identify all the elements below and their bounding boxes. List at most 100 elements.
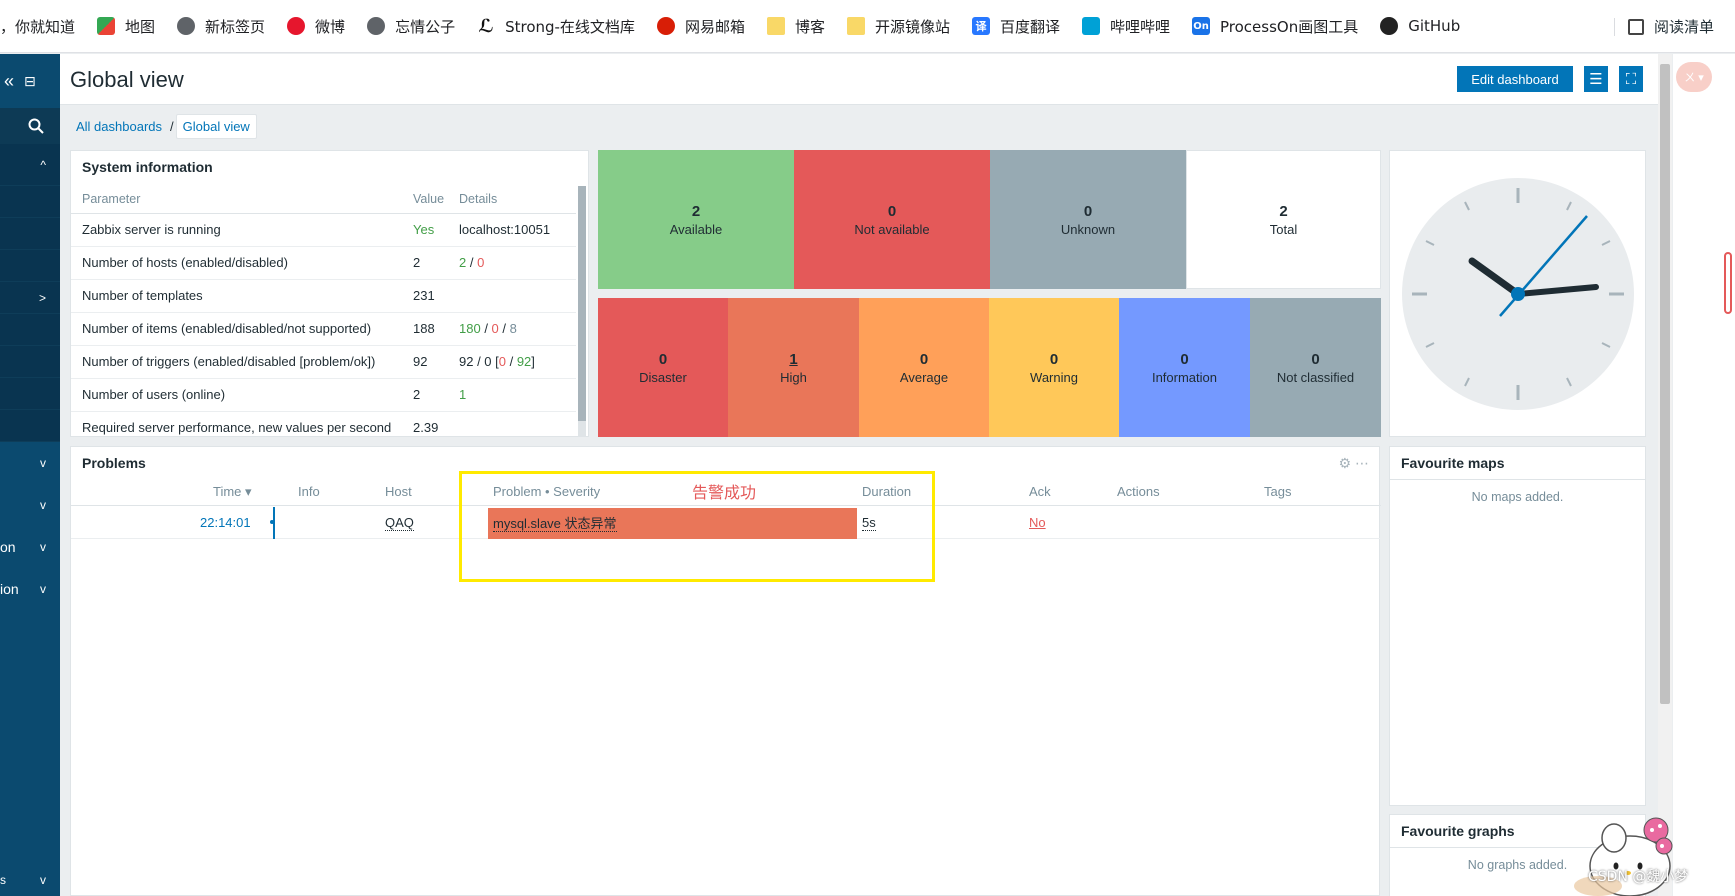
bookmark-item[interactable]: 微博 xyxy=(287,16,345,37)
sidebar-section[interactable]: ion v xyxy=(0,568,60,610)
user-menu-pill[interactable]: ㄨ ▾ xyxy=(1676,62,1712,92)
sidebar-section[interactable]: v xyxy=(0,484,60,526)
tile-label: Unknown xyxy=(1060,221,1116,237)
severity-disaster-tile[interactable]: 0 Disaster xyxy=(598,298,728,437)
host-total-tile[interactable]: 2 Total xyxy=(1186,150,1381,289)
bookmark-item[interactable]: 网易邮箱 xyxy=(656,16,745,37)
more-icon[interactable]: ⋯ xyxy=(1355,455,1369,471)
column-header-host[interactable]: Host xyxy=(385,478,412,506)
sidebar: « ⊟ ^ > v v on v ion v sv xyxy=(0,54,60,896)
details-cell xyxy=(459,411,576,436)
problem-host[interactable]: QAQ xyxy=(385,515,414,531)
gear-icon[interactable]: ⚙ xyxy=(1339,455,1352,471)
table-row: Number of hosts (enabled/disabled) 2 2 /… xyxy=(71,246,576,280)
bookmark-label: ProcessOn画图工具 xyxy=(1220,17,1359,36)
sidebar-section[interactable]: sv xyxy=(0,864,60,896)
bookmark-label: 百度翻译 xyxy=(999,17,1060,36)
table-row: Number of triggers (enabled/disabled [pr… xyxy=(71,345,576,379)
sidebar-item[interactable] xyxy=(0,186,60,218)
tile-label: High xyxy=(780,369,807,385)
host-unknown-tile[interactable]: 0 Unknown xyxy=(990,150,1186,289)
sidebar-item[interactable] xyxy=(0,410,60,442)
chevron-down-icon: v xyxy=(40,540,46,554)
bookmark-item[interactable]: ，你就知道 xyxy=(0,16,75,37)
edit-dashboard-button[interactable]: Edit dashboard xyxy=(1457,66,1573,92)
details-cell: 2 / 0 xyxy=(459,246,576,280)
column-header-time[interactable]: Time ▾ xyxy=(213,478,252,506)
details-cell: 92 / 0 [0 / 92] xyxy=(459,345,576,379)
sidebar-section[interactable]: on v xyxy=(0,526,60,568)
widget-scrollbar[interactable] xyxy=(578,186,586,436)
column-header: Details xyxy=(459,185,576,214)
sidebar-item[interactable] xyxy=(0,378,60,410)
severity-not-classified-tile[interactable]: 0 Not classified xyxy=(1250,298,1381,437)
scrollbar-thumb[interactable] xyxy=(578,186,586,421)
severity-information-tile[interactable]: 0 Information xyxy=(1119,298,1250,437)
bookmark-label: 博客 xyxy=(794,17,825,36)
bookmark-item[interactable]: 开源镜像站 xyxy=(846,16,950,37)
disabled-count: 0 xyxy=(491,321,499,336)
bookmark-item[interactable]: 新标签页 xyxy=(177,16,265,37)
system-info-table: Parameter Value Details Zabbix server is… xyxy=(71,185,576,436)
problem-time[interactable]: 22:14:01 xyxy=(200,507,251,539)
tile-count: 0 xyxy=(1180,350,1189,368)
map-icon xyxy=(97,17,116,35)
bookmark-label: GitHub xyxy=(1408,17,1461,35)
tile-count: 2 xyxy=(691,202,701,220)
bookmark-item[interactable]: GitHub xyxy=(1380,17,1460,35)
bookmark-item[interactable]: 地图 xyxy=(97,16,155,37)
sidebar-item[interactable] xyxy=(0,250,60,282)
page-header: Global view Edit dashboard ☰ ⛶ xyxy=(60,54,1660,105)
problem-ack[interactable]: No xyxy=(1029,507,1046,539)
sidebar-item[interactable]: ^ xyxy=(0,144,60,186)
fullscreen-icon[interactable]: ⛶ xyxy=(1619,66,1643,92)
column-header-info: Info xyxy=(298,484,320,499)
watermark: CSDN @魏小梦 xyxy=(1588,869,1689,885)
value-cell: 92 xyxy=(413,345,459,379)
bookmark-item[interactable]: 译百度翻译 xyxy=(971,16,1060,37)
bookmark-label: 忘情公子 xyxy=(395,17,456,36)
breadcrumb-current[interactable]: Global view xyxy=(175,113,257,139)
sidebar-item[interactable]: > xyxy=(0,282,60,314)
menu-icon[interactable]: ☰ xyxy=(1584,66,1608,92)
scrollbar-thumb[interactable] xyxy=(1660,64,1670,704)
ok-count: 92 xyxy=(516,354,532,369)
bookmark-label: Strong-在线文档库 xyxy=(505,17,635,36)
collapse-icon[interactable]: « xyxy=(4,71,14,92)
sidebar-item[interactable] xyxy=(0,314,60,346)
chevron-down-icon: v xyxy=(40,873,46,887)
page-scrollbar[interactable] xyxy=(1658,54,1672,896)
bookmark-item[interactable]: On ProcessOn画图工具 xyxy=(1192,16,1358,37)
sidebar-section[interactable]: v xyxy=(0,442,60,484)
reading-list-icon xyxy=(1628,18,1644,35)
sidebar-item[interactable] xyxy=(0,218,60,250)
side-handle[interactable] xyxy=(1724,252,1732,314)
enabled-count: 180 xyxy=(459,321,481,336)
widget-title: System information xyxy=(82,159,213,175)
host-available-tile[interactable]: 2 Available xyxy=(598,150,794,289)
host-not-available-tile[interactable]: 0 Not available xyxy=(794,150,990,289)
sidebar-item[interactable] xyxy=(0,346,60,378)
bookmark-item[interactable]: 哔哩哔哩 xyxy=(1082,16,1170,37)
reading-list-button[interactable]: 阅读清单 xyxy=(1628,0,1714,53)
breadcrumb-all-dashboards[interactable]: All dashboards xyxy=(70,115,168,138)
column-header-ack: Ack xyxy=(1029,484,1051,499)
severity-warning-tile[interactable]: 0 Warning xyxy=(989,298,1119,437)
favourite-maps-widget: Favourite maps No maps added. xyxy=(1389,446,1646,806)
annotation-label: 告警成功 xyxy=(692,483,757,502)
kiosk-icon[interactable]: ⊟ xyxy=(24,73,36,90)
bookmark-item[interactable]: ℒ Strong-在线文档库 xyxy=(477,16,635,37)
details-cell xyxy=(459,279,576,313)
bookmark-label: 开源镜像站 xyxy=(874,17,950,36)
bookmark-item[interactable]: 忘情公子 xyxy=(367,16,455,37)
bookmark-item[interactable]: 博客 xyxy=(766,16,825,37)
severity-high-tile[interactable]: 1 High xyxy=(728,298,859,437)
table-row: Number of users (online) 2 1 xyxy=(71,378,576,412)
value-cell: 2 xyxy=(413,246,459,280)
problem-host-cell: QAQ xyxy=(385,507,414,539)
tile-count[interactable]: 1 xyxy=(789,351,797,368)
table-row: Zabbix server is running Yes localhost:1… xyxy=(71,213,576,247)
bilibili-icon xyxy=(1082,17,1100,35)
severity-average-tile[interactable]: 0 Average xyxy=(859,298,989,437)
sidebar-search[interactable] xyxy=(0,108,60,144)
